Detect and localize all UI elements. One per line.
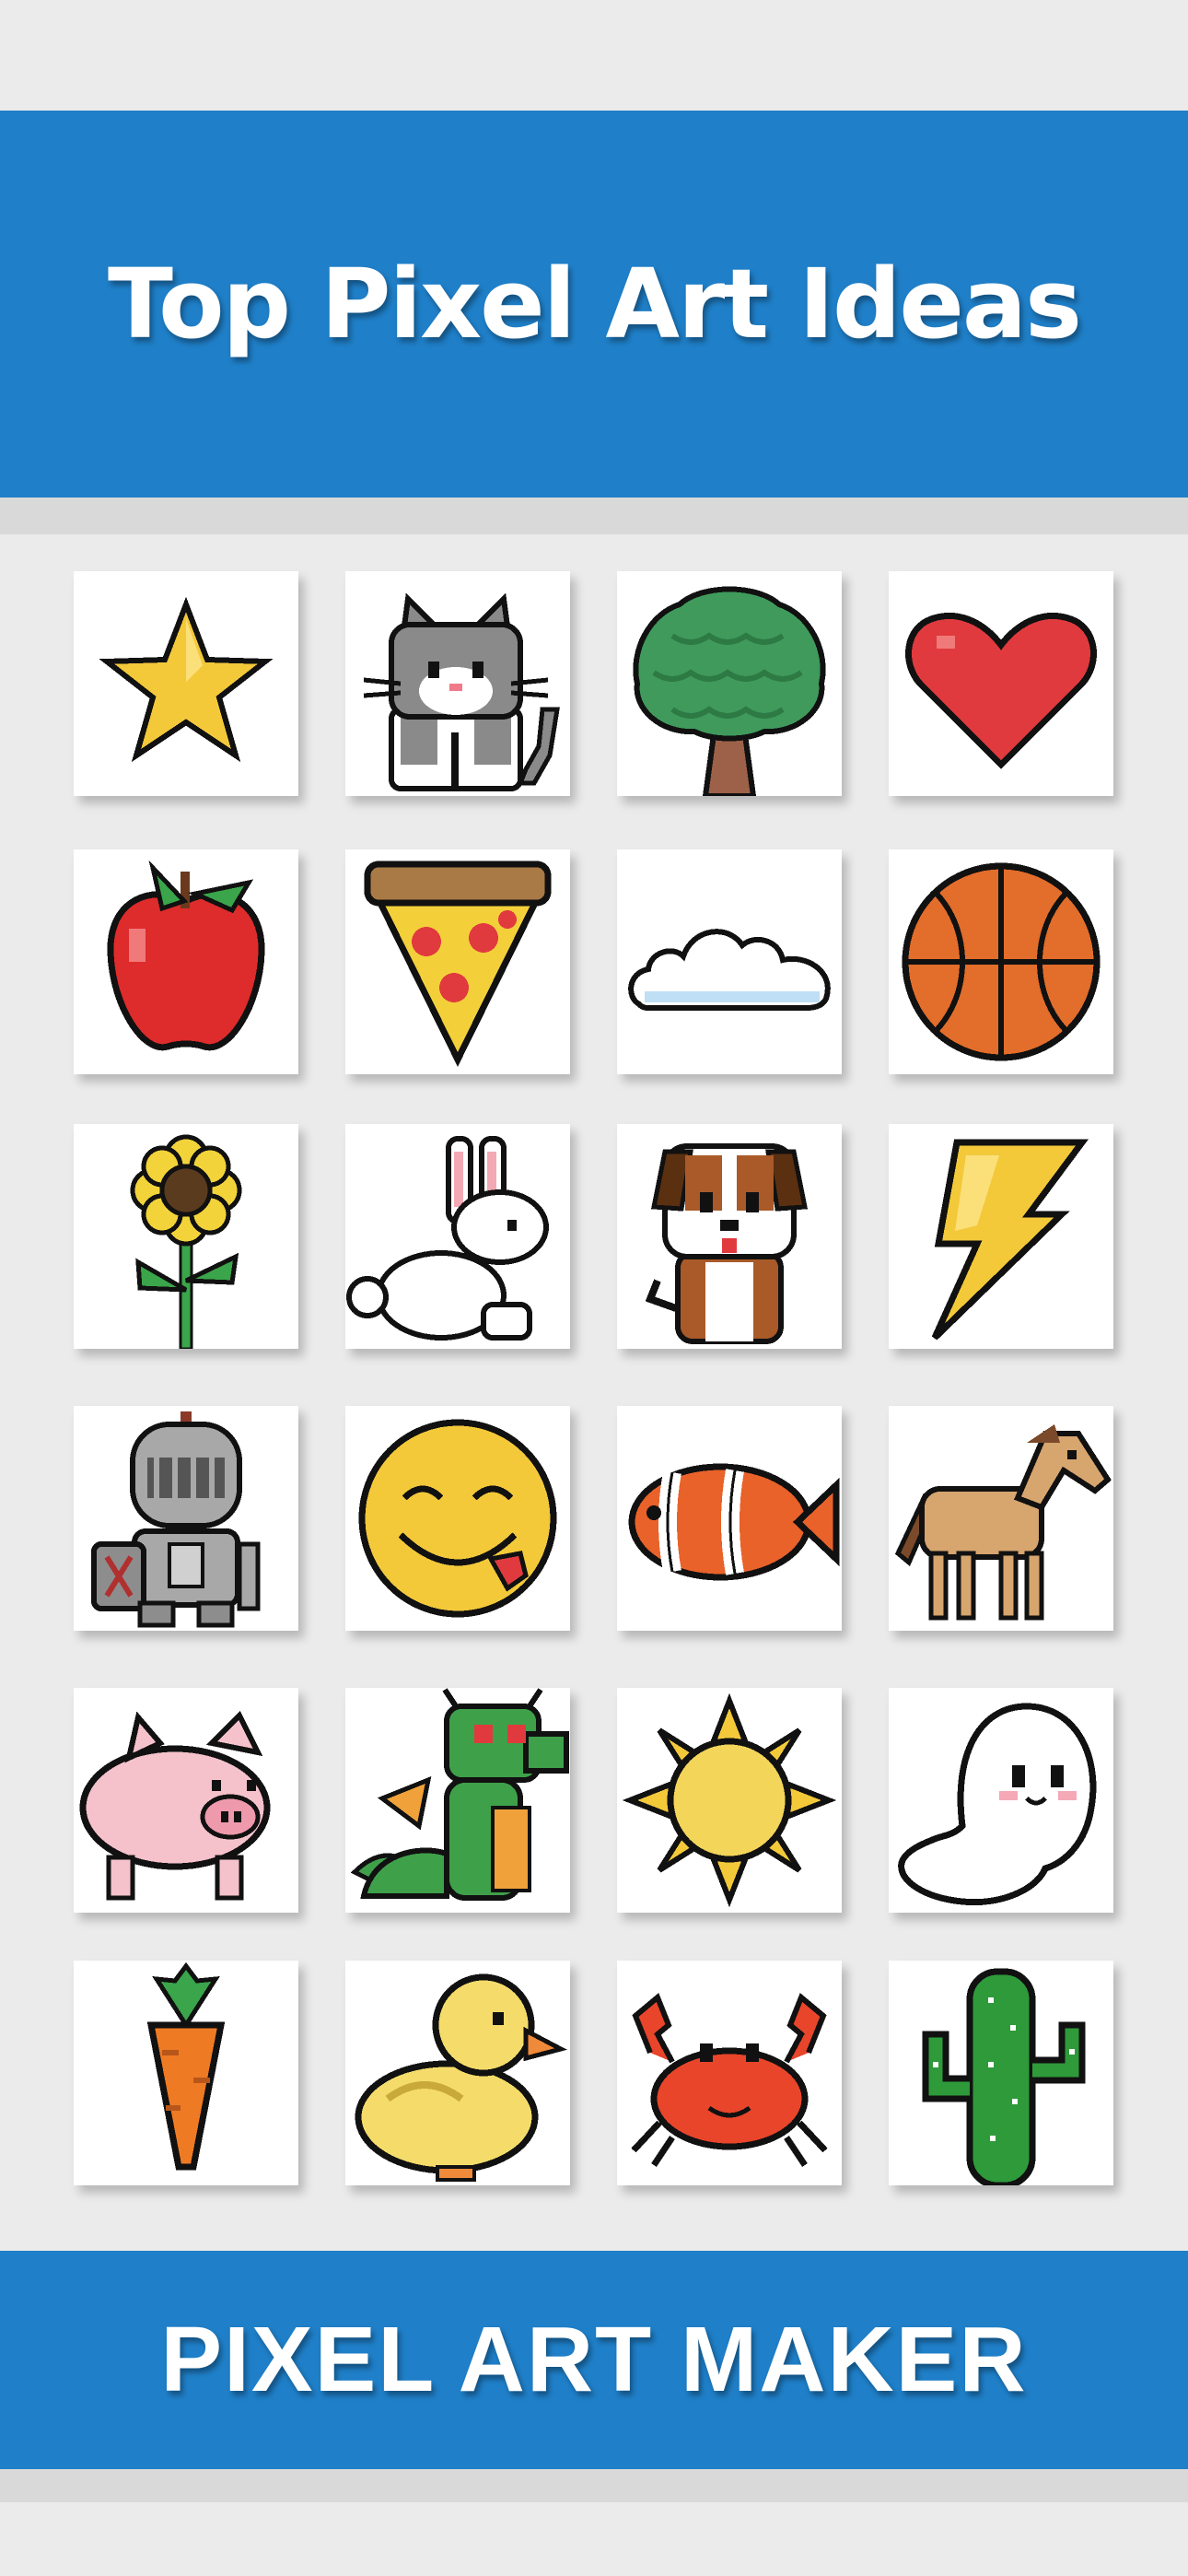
- tile-pig[interactable]: [74, 1688, 298, 1913]
- tile-sunflower[interactable]: [74, 1124, 298, 1349]
- tile-basketball[interactable]: [889, 849, 1113, 1074]
- tile-apple[interactable]: [74, 849, 298, 1074]
- lightning-bolt-icon: [931, 1139, 1089, 1341]
- duck-icon: [355, 1973, 567, 2182]
- horse-icon: [894, 1424, 1112, 1621]
- tile-duck[interactable]: [345, 1961, 570, 2185]
- tile-rabbit[interactable]: [345, 1124, 570, 1349]
- dragon-icon: [350, 1688, 569, 1901]
- heart-icon: [905, 613, 1097, 769]
- tree-icon: [633, 586, 826, 796]
- sun-icon: [622, 1692, 837, 1908]
- knight-icon: [91, 1411, 261, 1628]
- tile-cloud[interactable]: [617, 849, 842, 1074]
- tile-lightning[interactable]: [889, 1124, 1113, 1349]
- crab-icon: [631, 1993, 828, 2167]
- tile-puppy[interactable]: [617, 1124, 842, 1349]
- header-banner: Top Pixel Art Ideas: [0, 111, 1188, 498]
- page-title: Top Pixel Art Ideas: [107, 248, 1082, 360]
- rabbit-icon: [346, 1136, 549, 1341]
- tile-cat[interactable]: [345, 571, 570, 796]
- tile-pizza[interactable]: [345, 849, 570, 1074]
- tile-clownfish[interactable]: [617, 1406, 842, 1631]
- tile-dragon[interactable]: [345, 1688, 570, 1913]
- clownfish-icon: [628, 1463, 840, 1581]
- tile-crab[interactable]: [617, 1961, 842, 2185]
- footer-banner: PIXEL ART MAKER: [0, 2251, 1188, 2469]
- tile-sun[interactable]: [617, 1688, 842, 1913]
- tile-carrot[interactable]: [74, 1961, 298, 2185]
- app-name: PIXEL ART MAKER: [160, 2308, 1028, 2411]
- tile-ghost[interactable]: [889, 1688, 1113, 1913]
- tile-star[interactable]: [74, 571, 298, 796]
- sunflower-icon: [130, 1134, 242, 1349]
- tile-knight[interactable]: [74, 1406, 298, 1631]
- carrot-icon: [146, 1961, 226, 2171]
- apple-icon: [107, 860, 265, 1051]
- tile-heart[interactable]: [889, 571, 1113, 796]
- tile-horse[interactable]: [889, 1406, 1113, 1631]
- footer-shadow-band: [0, 2467, 1188, 2502]
- puppy-icon: [645, 1143, 809, 1344]
- tile-tree[interactable]: [617, 571, 842, 796]
- tile-emoji[interactable]: [345, 1406, 570, 1631]
- cloud-icon: [628, 929, 831, 1011]
- pig-icon: [79, 1710, 271, 1901]
- tile-cactus[interactable]: [889, 1961, 1113, 2185]
- star-icon: [99, 596, 274, 763]
- cat-icon: [363, 592, 560, 791]
- pizza-slice-icon: [364, 861, 552, 1067]
- ghost-icon: [898, 1703, 1097, 1906]
- basketball-icon: [902, 862, 1101, 1061]
- cactus-icon: [922, 1968, 1086, 2185]
- yummy-emoji-icon: [358, 1419, 557, 1618]
